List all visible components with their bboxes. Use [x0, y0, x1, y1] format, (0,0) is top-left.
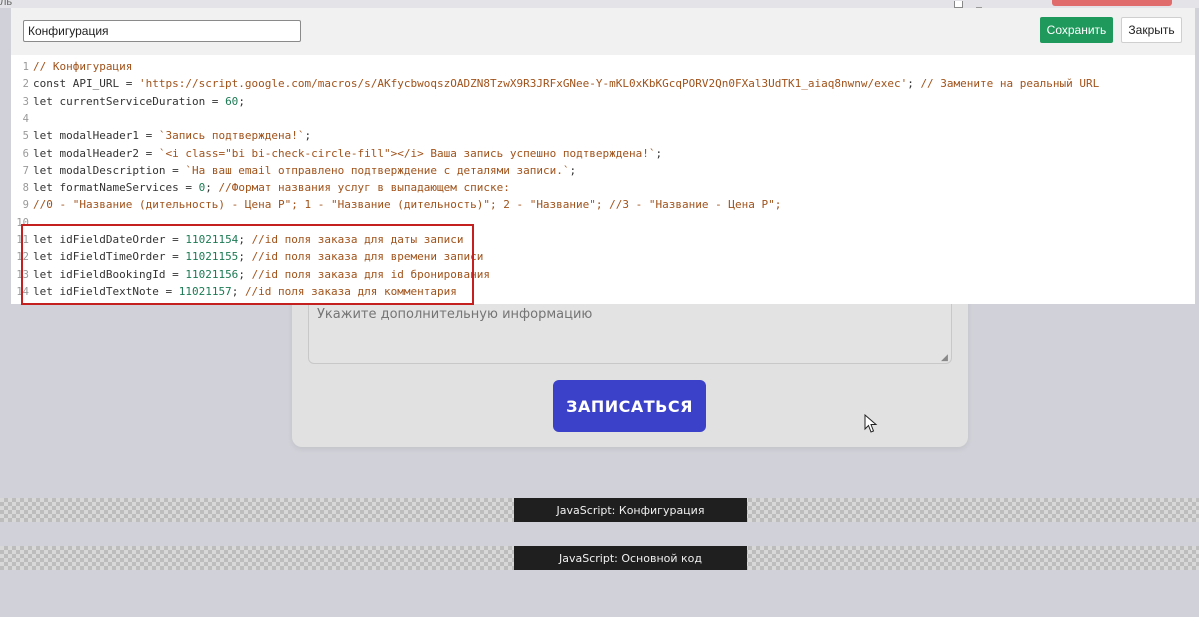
code-token: ;: [304, 129, 312, 143]
code-token: let formatNameServices =: [33, 181, 199, 195]
code-text: let modalHeader2 = `<i class="bi bi-chec…: [33, 147, 662, 160]
block-label-js-main[interactable]: JavaScript: Основной код: [514, 546, 747, 570]
top-red-button[interactable]: [1052, 0, 1172, 6]
underlying-page-top: ль: [0, 0, 1199, 8]
line-number: 4: [22, 112, 29, 125]
minimize-icon[interactable]: [976, 1, 982, 8]
code-token: //0 - "Название (дительность) - Цена Р";…: [33, 198, 782, 212]
code-token: let modalHeader2 =: [33, 146, 159, 160]
code-token: // Конфигурация: [33, 60, 133, 73]
code-line[interactable]: 6 let modalHeader2 = `<i class="bi bi-che…: [11, 145, 1195, 162]
code-text: let formatNameServices = 0; //Формат наз…: [33, 181, 510, 194]
code-token: ;: [655, 146, 663, 160]
code-token: // Замените на реальный URL: [920, 77, 1100, 91]
resize-grip-icon[interactable]: ◢: [941, 353, 950, 362]
code-line[interactable]: 8 let formatNameServices = 0; //Формат на…: [11, 179, 1195, 196]
save-button[interactable]: Сохранить: [1040, 17, 1113, 43]
code-text: const API_URL = 'https://script.google.c…: [33, 77, 1099, 90]
comment-textarea[interactable]: [308, 296, 952, 364]
code-token: `Запись подтверждена!`: [158, 129, 305, 143]
code-text: // Конфигурация: [33, 60, 132, 73]
line-number: 5: [22, 130, 29, 143]
code-token: let modalHeader1 =: [33, 129, 159, 143]
code-line[interactable]: 7 let modalDescription = `На ваш email от…: [11, 162, 1195, 179]
line-number: 2: [22, 78, 29, 91]
line-number: 9: [22, 199, 29, 212]
code-line[interactable]: 9 //0 - "Название (дительность) - Цена Р"…: [11, 196, 1195, 213]
code-token: `<i class="bi bi-check-circle-fill"></i>…: [158, 146, 656, 160]
window-icon[interactable]: [954, 1, 963, 8]
top-left-text: ль: [0, 0, 13, 8]
code-token: ;: [238, 94, 245, 108]
code-line[interactable]: 2 const API_URL = 'https://script.google.…: [11, 75, 1195, 92]
code-line[interactable]: 1 // Конфигурация: [11, 58, 1195, 75]
line-number: 6: [22, 147, 29, 160]
line-number: 3: [22, 95, 29, 108]
highlight-annotation-box: [21, 224, 474, 305]
code-line[interactable]: 4: [11, 110, 1195, 127]
line-number: 1: [22, 61, 29, 73]
code-text: //0 - "Название (дительность) - Цена Р";…: [33, 198, 781, 211]
code-token: 60: [225, 94, 239, 108]
line-number: 7: [22, 164, 29, 177]
code-token: ;: [569, 163, 577, 177]
block-title-input[interactable]: [23, 20, 301, 42]
code-line[interactable]: 5 let modalHeader1 = `Запись подтверждена…: [11, 127, 1195, 144]
code-token: //Формат названия услуг в выпадающем спи…: [218, 181, 510, 195]
code-text: let modalDescription = `На ваш email отп…: [33, 164, 576, 177]
line-number: 8: [22, 182, 29, 195]
code-token: const API_URL =: [33, 77, 139, 91]
code-token: ;: [907, 77, 921, 91]
code-token: let currentServiceDuration =: [33, 94, 226, 108]
modal-header: Сохранить Закрыть: [11, 8, 1195, 55]
code-token: 'https://script.google.com/macros/s/AKfy…: [138, 77, 908, 91]
mouse-cursor-icon: [864, 414, 878, 433]
submit-booking-button[interactable]: ЗАПИСАТЬСЯ: [553, 380, 706, 432]
code-token: `На ваш email отправлено подтверждение с…: [185, 163, 570, 177]
code-text: let modalHeader1 = `Запись подтверждена!…: [33, 129, 311, 142]
code-text: let currentServiceDuration = 60;: [33, 95, 245, 108]
code-line[interactable]: 3 let currentServiceDuration = 60;: [11, 93, 1195, 110]
close-button[interactable]: Закрыть: [1121, 17, 1182, 43]
code-token: ;: [205, 181, 219, 195]
code-token: let modalDescription =: [33, 163, 186, 177]
block-label-js-config[interactable]: JavaScript: Конфигурация: [514, 498, 747, 522]
